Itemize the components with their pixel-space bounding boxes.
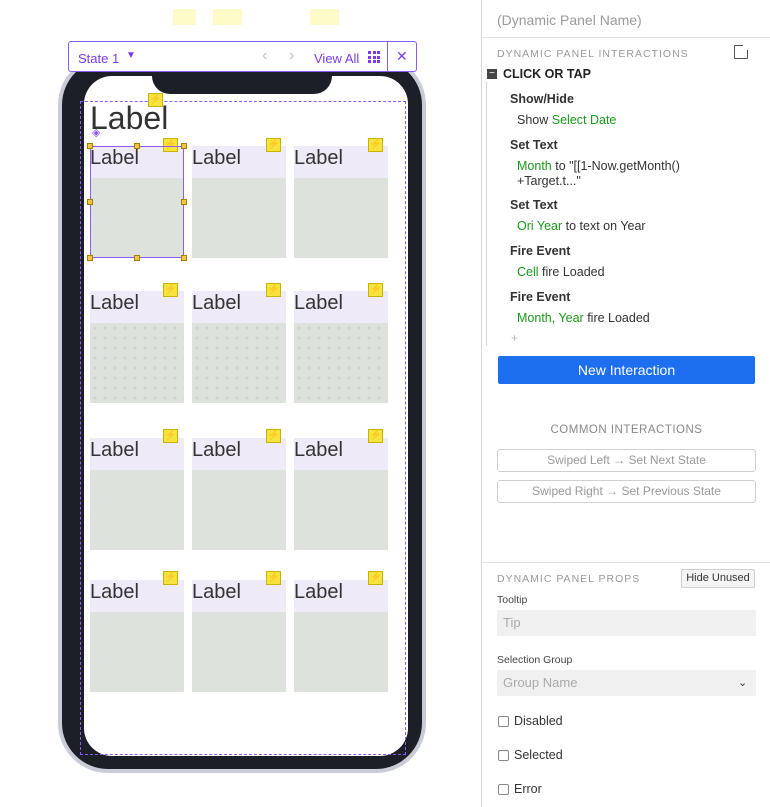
selected-label[interactable]: Selected <box>514 748 563 762</box>
lightning-icon: ⚡ <box>266 571 281 585</box>
disabled-checkbox[interactable] <box>498 716 509 727</box>
resize-handle[interactable] <box>87 143 93 149</box>
phone-notch <box>152 72 332 94</box>
cell-label: Label <box>294 581 343 603</box>
props-title: DYNAMIC PANEL PROPS <box>497 573 641 585</box>
lightning-icon: ⚡ <box>368 429 383 443</box>
grid-cell[interactable]: Label <box>294 146 388 258</box>
resize-handle[interactable] <box>134 143 140 149</box>
toolbar-divider <box>387 42 388 71</box>
divider <box>483 37 770 38</box>
grid-cell[interactable]: Label <box>90 438 184 550</box>
hide-unused-button[interactable]: Hide Unused <box>681 569 755 588</box>
lightning-icon: ⚡ <box>266 283 281 297</box>
grid-cell[interactable]: Label <box>192 580 286 692</box>
chevron-down-icon[interactable]: ⌄ <box>738 676 747 689</box>
resize-handle[interactable] <box>181 199 187 205</box>
selection-group-select[interactable]: Group Name <box>497 670 756 696</box>
grid-cell[interactable]: Label <box>90 291 184 403</box>
cell-label: Label <box>90 292 139 314</box>
cell-label: Label <box>294 147 343 169</box>
resize-handle[interactable] <box>134 255 140 261</box>
new-interaction-button[interactable]: New Interaction <box>498 356 755 384</box>
error-label[interactable]: Error <box>514 782 542 796</box>
grid-cell[interactable]: Label <box>294 291 388 403</box>
lightning-icon: ⚡ <box>163 571 178 585</box>
lightning-icon: ⚡ <box>368 138 383 152</box>
sticky-marker <box>173 9 196 25</box>
cell-label: Label <box>192 581 241 603</box>
error-checkbox[interactable] <box>498 784 509 795</box>
lightning-icon: ⚡ <box>368 571 383 585</box>
cell-label: Label <box>294 292 343 314</box>
selected-checkbox[interactable] <box>498 750 509 761</box>
state-selector[interactable]: State 1 <box>78 51 119 66</box>
tooltip-label: Tooltip <box>497 594 528 606</box>
swiped-left-button[interactable]: Swiped Left → Set Next State <box>497 449 756 472</box>
grid-cell[interactable]: Label <box>90 580 184 692</box>
interactions-title: DYNAMIC PANEL INTERACTIONS <box>497 48 689 60</box>
swiped-right-button[interactable]: Swiped Right → Set Previous State <box>497 480 756 503</box>
add-action-icon[interactable]: + <box>511 331 518 345</box>
grid-cell[interactable]: Label <box>192 438 286 550</box>
lightning-icon: ⚡ <box>266 429 281 443</box>
close-icon[interactable]: ✕ <box>396 48 408 65</box>
properties-panel: (Dynamic Panel Name) DYNAMIC PANEL INTER… <box>483 0 770 807</box>
resize-handle[interactable] <box>181 143 187 149</box>
resize-handle[interactable] <box>87 255 93 261</box>
collapse-icon[interactable]: − <box>487 69 497 79</box>
cell-label: Label <box>192 292 241 314</box>
lightning-icon: ⚡ <box>148 93 163 107</box>
grid-icon[interactable] <box>368 51 380 63</box>
lightning-icon: ⚡ <box>163 283 178 297</box>
view-all-button[interactable]: View All <box>314 51 359 66</box>
caret-down-icon[interactable]: ▼ <box>126 50 136 61</box>
chevron-right-icon[interactable]: › <box>289 47 294 65</box>
action-title[interactable]: Show/Hide <box>510 92 574 106</box>
design-canvas[interactable]: State 1 ▼ ‹ › View All ✕ Label ◈ ⚡ Label… <box>0 0 482 807</box>
action-detail[interactable]: Month, Year fire Loaded <box>517 311 650 326</box>
action-detail[interactable]: Cell fire Loaded <box>517 265 605 280</box>
grid-cell[interactable]: Label <box>294 438 388 550</box>
sticky-marker <box>213 9 242 25</box>
grid-cell[interactable]: Label <box>192 146 286 258</box>
cell-label: Label <box>90 581 139 603</box>
action-title[interactable]: Fire Event <box>510 244 570 258</box>
cell-label: Label <box>294 439 343 461</box>
action-detail[interactable]: Month to "[[1-Now.getMonth() +Target.t...… <box>517 159 680 189</box>
cell-label: Label <box>192 439 241 461</box>
grid-cell[interactable]: Label <box>294 580 388 692</box>
disabled-label[interactable]: Disabled <box>514 714 563 728</box>
action-detail[interactable]: Ori Year to text on Year <box>517 219 646 234</box>
event-tree-line <box>486 82 487 346</box>
event-title[interactable]: CLICK OR TAP <box>503 67 591 81</box>
external-link-icon[interactable]: ↗ <box>734 41 751 59</box>
action-title[interactable]: Set Text <box>510 138 558 152</box>
grid-cell[interactable]: Label <box>192 291 286 403</box>
resize-handle[interactable] <box>87 199 93 205</box>
resize-handle[interactable] <box>181 255 187 261</box>
selection-box[interactable] <box>90 146 184 258</box>
sticky-marker <box>310 9 339 25</box>
common-interactions-title: COMMON INTERACTIONS <box>550 424 703 436</box>
lightning-icon: ⚡ <box>266 138 281 152</box>
selection-group-label: Selection Group <box>497 654 573 666</box>
action-detail[interactable]: Show Select Date <box>517 113 616 128</box>
chevron-left-icon[interactable]: ‹ <box>262 47 267 65</box>
tooltip-input[interactable]: Tip <box>497 610 756 636</box>
cell-label: Label <box>90 439 139 461</box>
lightning-icon: ⚡ <box>368 283 383 297</box>
panel-name-input[interactable]: (Dynamic Panel Name) <box>497 12 642 28</box>
lightning-icon: ⚡ <box>163 429 178 443</box>
action-title[interactable]: Fire Event <box>510 290 570 304</box>
state-toolbar: State 1 ▼ ‹ › View All ✕ <box>68 41 417 72</box>
divider <box>483 562 770 563</box>
layers-icon: ◈ <box>92 127 101 139</box>
action-title[interactable]: Set Text <box>510 198 558 212</box>
cell-label: Label <box>192 147 241 169</box>
